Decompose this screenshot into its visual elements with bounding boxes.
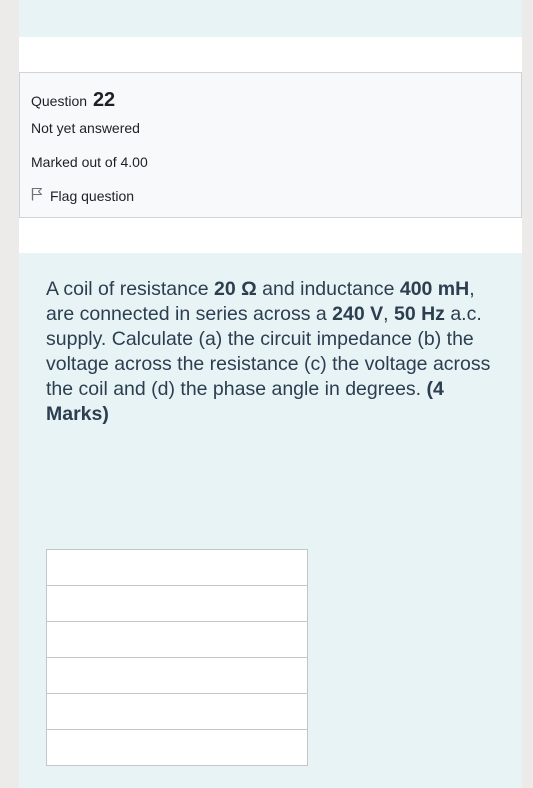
answer-line[interactable] xyxy=(46,549,308,586)
resistance-value: 20 Ω xyxy=(214,278,257,300)
question-status: Not yet answered xyxy=(31,120,140,136)
question-text-part: and inductance xyxy=(256,278,400,300)
question-text: A coil of resistance 20 Ω and inductance… xyxy=(46,277,506,427)
question-heading: Question 22 xyxy=(31,89,115,112)
question-marks: Marked out of 4.00 xyxy=(31,154,148,170)
answer-line[interactable] xyxy=(46,586,308,622)
frequency-value: 50 Hz xyxy=(393,303,445,325)
question-text-part: , xyxy=(383,303,394,325)
flag-question-link[interactable]: Flag question xyxy=(31,187,134,204)
flag-question-label: Flag question xyxy=(50,187,135,204)
question-label: Question xyxy=(31,93,88,109)
question-number: 22 xyxy=(92,89,116,111)
middle-band xyxy=(19,217,522,253)
question-text-part: A coil of resistance xyxy=(46,278,214,300)
flag-icon xyxy=(31,187,50,204)
question-info-panel: Question 22 Not yet answered Marked out … xyxy=(19,72,522,218)
answer-line[interactable] xyxy=(46,694,308,730)
answer-line[interactable] xyxy=(46,730,308,766)
answer-line[interactable] xyxy=(46,622,308,658)
answer-line[interactable] xyxy=(46,658,308,694)
top-band xyxy=(19,37,522,72)
inductance-value: 400 mH xyxy=(399,278,470,300)
voltage-value: 240 V xyxy=(332,303,384,325)
answer-area xyxy=(46,549,308,766)
